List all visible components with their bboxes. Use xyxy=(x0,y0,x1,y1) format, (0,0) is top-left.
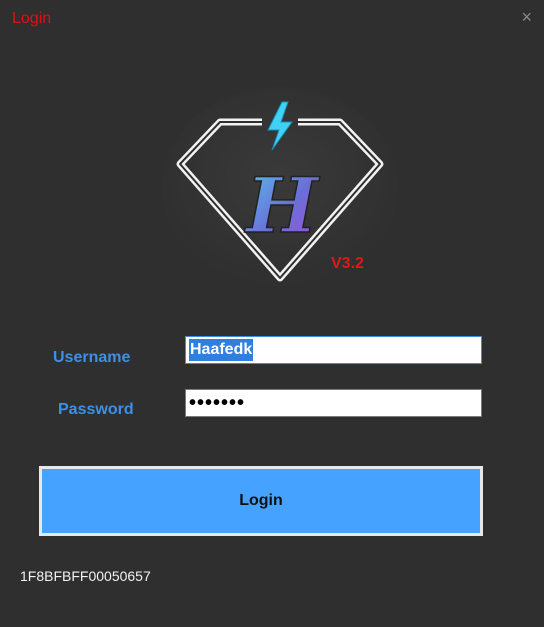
close-icon[interactable]: × xyxy=(521,8,532,26)
version-label: V3.2 xyxy=(331,255,364,272)
password-label: Password xyxy=(58,401,134,418)
app-logo: H xyxy=(150,82,410,292)
username-value: Haafedk xyxy=(189,339,254,361)
password-input[interactable]: ••••••• xyxy=(185,389,482,417)
login-button[interactable]: Login xyxy=(39,466,483,536)
logo-letter: H xyxy=(244,161,320,250)
login-window: Login × H V3.2 Username Haafedk Password… xyxy=(0,0,544,627)
username-label: Username xyxy=(53,349,131,366)
username-input[interactable]: Haafedk xyxy=(185,336,482,364)
login-button-label: Login xyxy=(239,492,283,509)
window-title: Login xyxy=(12,10,52,27)
hwid-label: 1F8BFBFF00050657 xyxy=(20,568,151,584)
